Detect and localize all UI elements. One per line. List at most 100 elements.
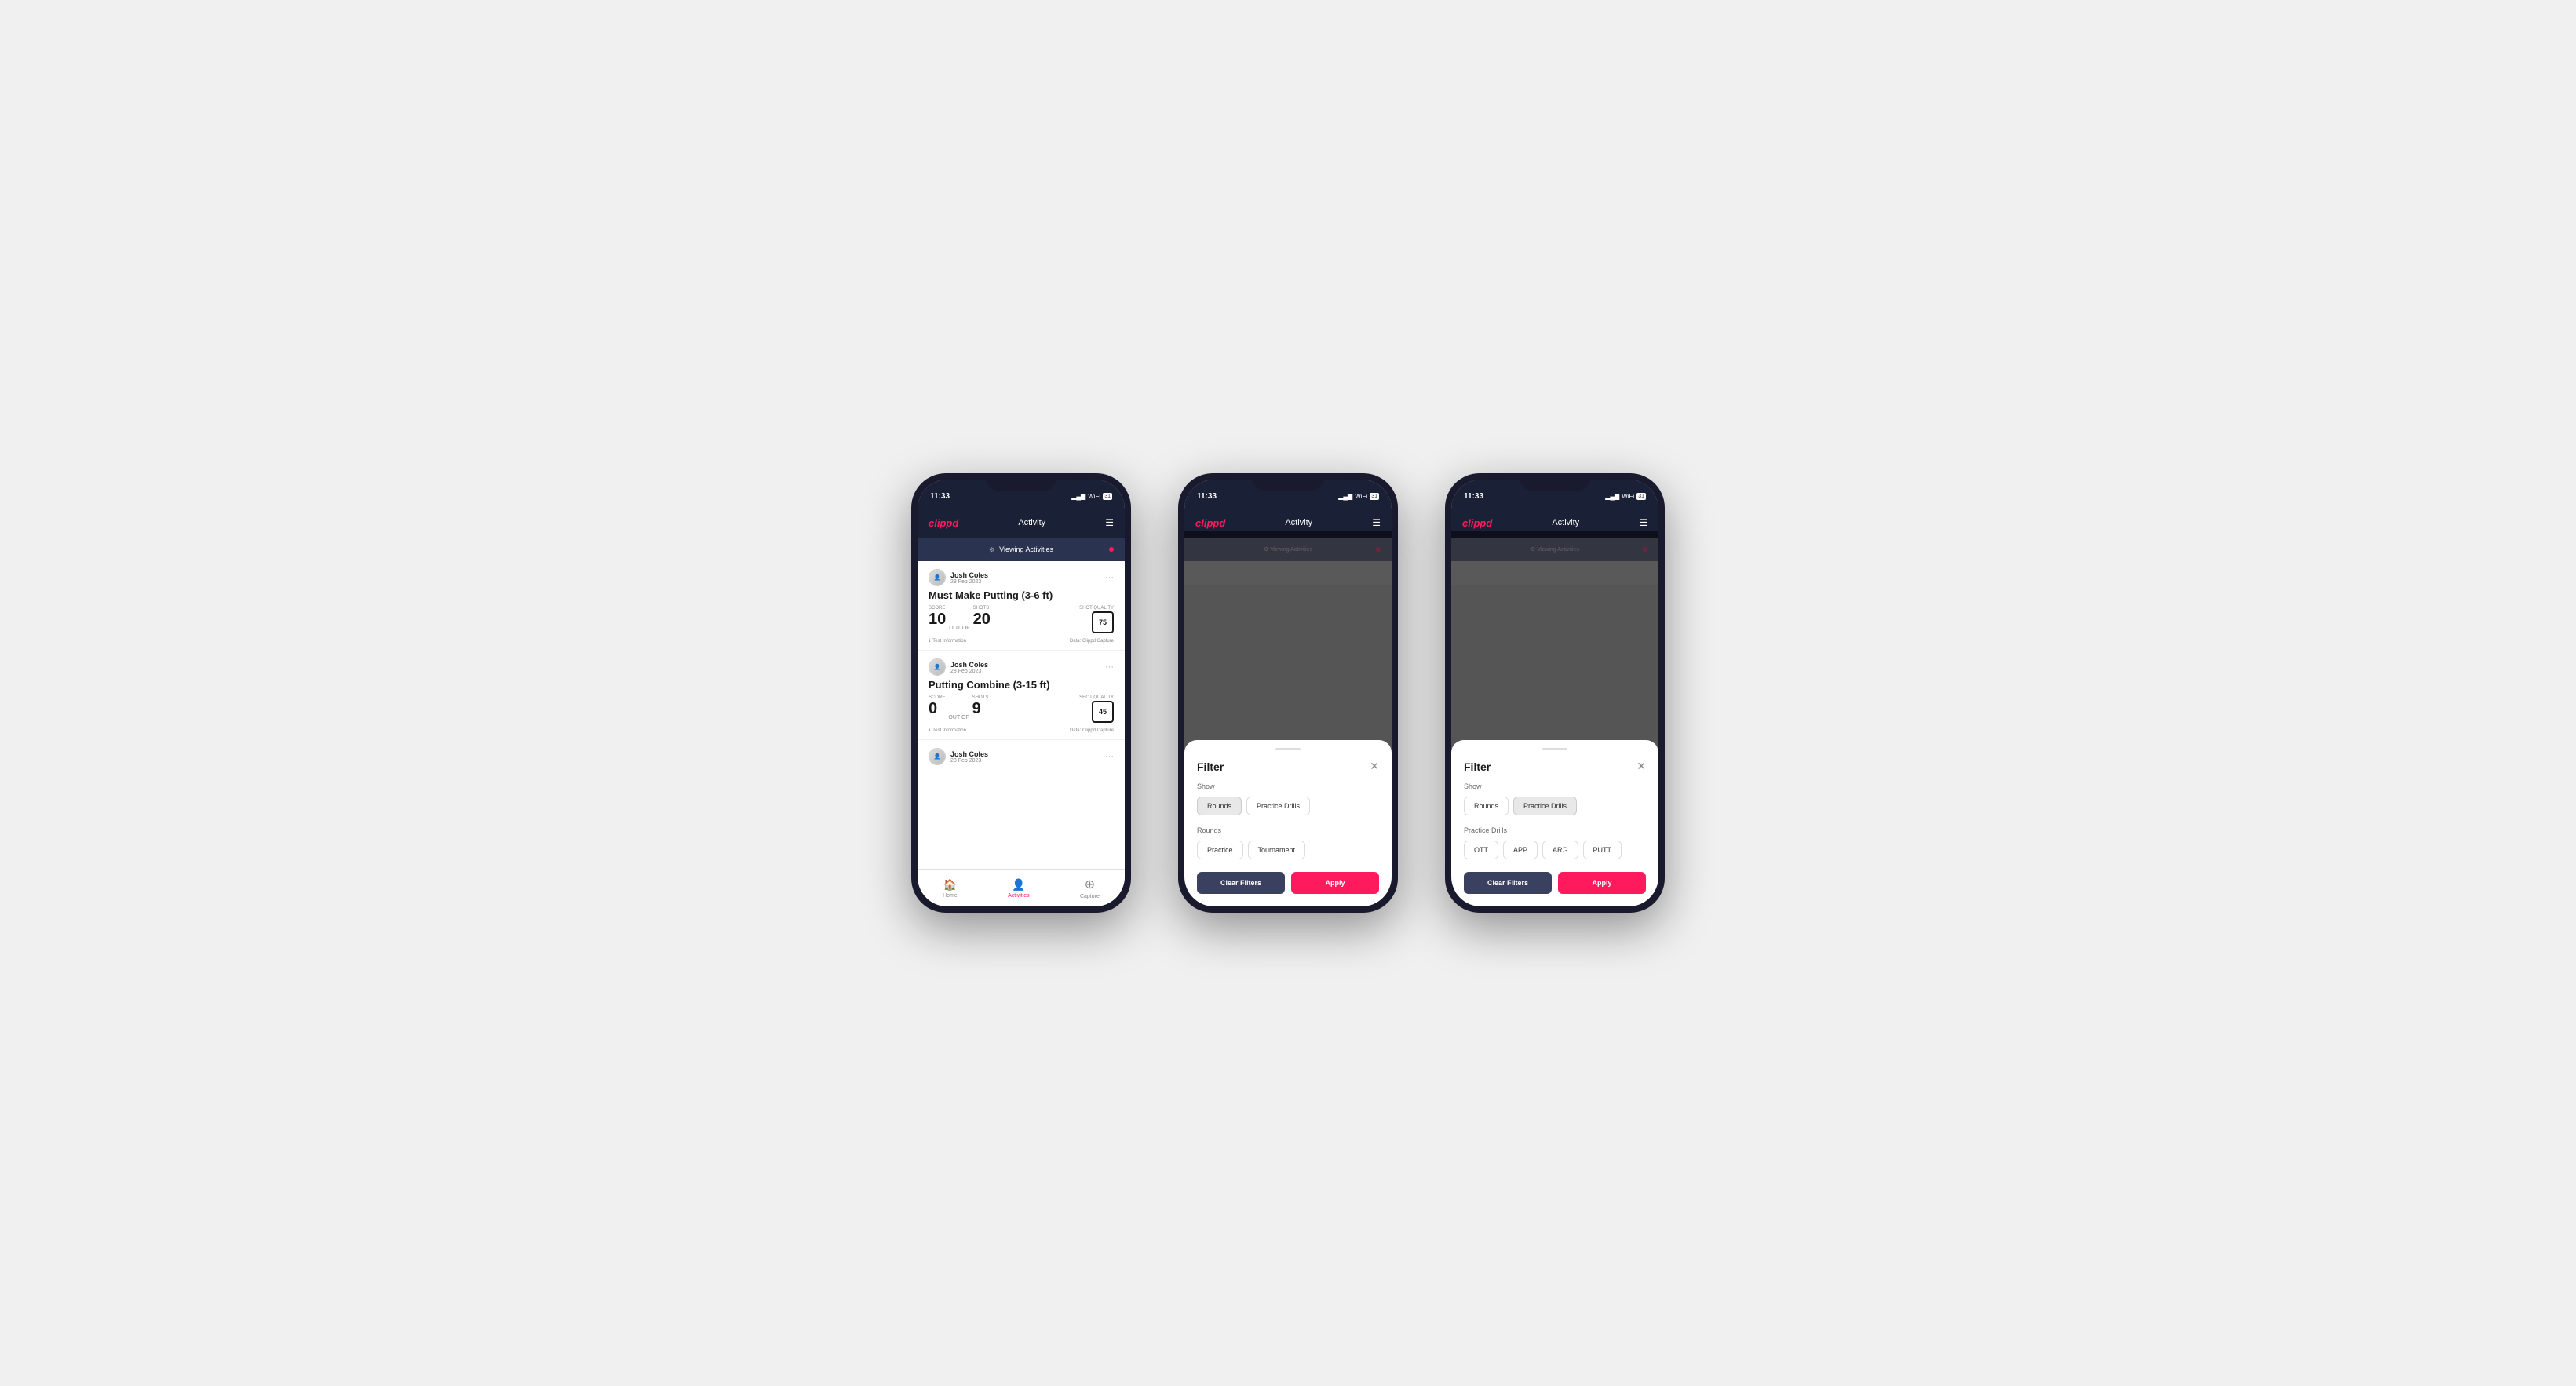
hamburger-menu-1[interactable]: ☰ bbox=[1105, 517, 1114, 528]
show-buttons-2: Rounds Practice Drills bbox=[1197, 797, 1379, 815]
filter-actions-3: Clear Filters Apply bbox=[1464, 872, 1646, 894]
dots-menu-3[interactable]: ··· bbox=[1105, 752, 1114, 761]
practice-btn-2[interactable]: Practice bbox=[1197, 841, 1243, 859]
viewing-bar-1[interactable]: ⚙ Viewing Activities bbox=[918, 538, 1125, 561]
home-icon: 🏠 bbox=[943, 878, 957, 892]
battery-text: 31 bbox=[1103, 493, 1112, 500]
phone-2: 11:33 ▂▄▆ WiFi 31 clippd Activity ☰ ⚙ Vi… bbox=[1178, 473, 1398, 913]
phone-3: 11:33 ▂▄▆ WiFi 31 clippd Activity ☰ ⚙ Vi… bbox=[1445, 473, 1665, 913]
show-label-3: Show bbox=[1464, 782, 1646, 790]
battery-text-2: 31 bbox=[1370, 493, 1379, 500]
apply-btn-3[interactable]: Apply bbox=[1558, 872, 1646, 894]
user-date-2: 28 Feb 2023 bbox=[950, 669, 988, 674]
hamburger-menu-2[interactable]: ☰ bbox=[1372, 517, 1381, 528]
tournament-btn-2[interactable]: Tournament bbox=[1248, 841, 1306, 859]
card-footer-2: ℹ Test Information Data: Clippd Capture bbox=[929, 728, 1114, 733]
app-btn-3[interactable]: APP bbox=[1503, 841, 1538, 859]
phone-2-inner: 11:33 ▂▄▆ WiFi 31 clippd Activity ☰ ⚙ Vi… bbox=[1184, 480, 1392, 906]
filter-sheet-3: Filter ✕ Show Rounds Practice Drills Pra… bbox=[1451, 740, 1658, 906]
app-header-1: clippd Activity ☰ bbox=[918, 508, 1125, 538]
header-title-1: Activity bbox=[1018, 518, 1045, 527]
filter-actions-2: Clear Filters Apply bbox=[1197, 872, 1379, 894]
test-info-1: ℹ Test Information bbox=[929, 638, 966, 644]
viewing-bar-text-1: Viewing Activities bbox=[999, 545, 1053, 553]
status-time-1: 11:33 bbox=[930, 492, 950, 501]
practice-drills-tab-3[interactable]: Practice Drills bbox=[1513, 797, 1577, 815]
phone-1: 11:33 ▂▄▆ WiFi 31 clippd Activity ☰ ⚙ Vi… bbox=[911, 473, 1131, 913]
filter-title-2: Filter bbox=[1197, 760, 1224, 773]
user-date-3: 28 Feb 2023 bbox=[950, 758, 988, 764]
card-title-1: Must Make Putting (3-6 ft) bbox=[929, 589, 1114, 601]
practice-drills-tab-2[interactable]: Practice Drills bbox=[1246, 797, 1310, 815]
close-btn-3[interactable]: ✕ bbox=[1636, 760, 1646, 773]
clear-filters-btn-3[interactable]: Clear Filters bbox=[1464, 872, 1552, 894]
status-time-2: 11:33 bbox=[1197, 492, 1217, 501]
wifi-icon-3: WiFi bbox=[1622, 493, 1634, 500]
avatar-1: 👤 bbox=[929, 569, 946, 586]
shots-value-1: 20 bbox=[973, 611, 991, 627]
activity-card-1: 👤 Josh Coles 28 Feb 2023 ··· Must Make P… bbox=[918, 561, 1125, 651]
card-header-2: 👤 Josh Coles 28 Feb 2023 ··· bbox=[929, 658, 1114, 676]
dots-menu-2[interactable]: ··· bbox=[1105, 662, 1114, 672]
rounds-buttons-2: Practice Tournament bbox=[1197, 841, 1379, 859]
out-of-1: OUT OF bbox=[949, 626, 969, 631]
activity-card-2: 👤 Josh Coles 28 Feb 2023 ··· Putting Com… bbox=[918, 651, 1125, 740]
close-btn-2[interactable]: ✕ bbox=[1370, 760, 1379, 773]
sq-label-1: Shot Quality bbox=[1079, 606, 1114, 611]
battery-text-3: 31 bbox=[1636, 493, 1646, 500]
wifi-icon-2: WiFi bbox=[1355, 493, 1367, 500]
user-name-1: Josh Coles bbox=[950, 571, 988, 579]
logo-1: clippd bbox=[929, 517, 958, 529]
practice-drills-section-label-3: Practice Drills bbox=[1464, 826, 1646, 834]
activity-card-3: 👤 Josh Coles 28 Feb 2023 ··· bbox=[918, 740, 1125, 775]
rounds-section-label-2: Rounds bbox=[1197, 826, 1379, 834]
nav-capture-label: Capture bbox=[1080, 894, 1100, 899]
stats-row-2: Score 0 OUT OF Shots 9 Shot Quality 45 bbox=[929, 695, 1114, 723]
signal-icon: ▂▄▆ bbox=[1071, 493, 1085, 500]
filter-header-2: Filter ✕ bbox=[1197, 760, 1379, 773]
card-header-3: 👤 Josh Coles 28 Feb 2023 ··· bbox=[929, 748, 1114, 765]
header-title-3: Activity bbox=[1552, 518, 1579, 527]
status-icons-3: ▂▄▆ WiFi 31 bbox=[1605, 493, 1646, 500]
clear-filters-btn-2[interactable]: Clear Filters bbox=[1197, 872, 1285, 894]
out-of-2: OUT OF bbox=[948, 715, 969, 720]
show-buttons-3: Rounds Practice Drills bbox=[1464, 797, 1646, 815]
score-value-1: 10 bbox=[929, 611, 946, 627]
putt-btn-3[interactable]: PUTT bbox=[1583, 841, 1622, 859]
rounds-tab-2[interactable]: Rounds bbox=[1197, 797, 1242, 815]
show-label-2: Show bbox=[1197, 782, 1379, 790]
rounds-tab-3[interactable]: Rounds bbox=[1464, 797, 1509, 815]
nav-capture[interactable]: ⊕ Capture bbox=[1080, 877, 1100, 899]
data-source-2: Data: Clippd Capture bbox=[1070, 728, 1114, 733]
logo-2: clippd bbox=[1195, 517, 1225, 529]
filter-sheet-2: Filter ✕ Show Rounds Practice Drills Rou… bbox=[1184, 740, 1392, 906]
filter-title-3: Filter bbox=[1464, 760, 1491, 773]
capture-icon: ⊕ bbox=[1085, 877, 1095, 892]
nav-activities-label: Activities bbox=[1008, 893, 1030, 899]
logo-3: clippd bbox=[1462, 517, 1492, 529]
status-time-3: 11:33 bbox=[1464, 492, 1483, 501]
user-name-3: Josh Coles bbox=[950, 750, 988, 758]
user-info-2: 👤 Josh Coles 28 Feb 2023 bbox=[929, 658, 988, 676]
notch-1 bbox=[986, 473, 1056, 491]
scene: 11:33 ▂▄▆ WiFi 31 clippd Activity ☰ ⚙ Vi… bbox=[864, 426, 1712, 960]
nav-home[interactable]: 🏠 Home bbox=[943, 878, 958, 899]
ott-btn-3[interactable]: OTT bbox=[1464, 841, 1498, 859]
nav-activities[interactable]: 👤 Activities bbox=[1008, 878, 1030, 899]
sq-badge-2: 45 bbox=[1092, 701, 1114, 723]
user-date-1: 28 Feb 2023 bbox=[950, 579, 988, 585]
phone-1-inner: 11:33 ▂▄▆ WiFi 31 clippd Activity ☰ ⚙ Vi… bbox=[918, 480, 1125, 906]
nav-home-label: Home bbox=[943, 893, 958, 899]
arg-btn-3[interactable]: ARG bbox=[1542, 841, 1578, 859]
data-source-1: Data: Clippd Capture bbox=[1070, 639, 1114, 644]
stats-row-1: Score 10 OUT OF Shots 20 Shot Quality 75 bbox=[929, 606, 1114, 633]
dots-menu-1[interactable]: ··· bbox=[1105, 573, 1114, 582]
shots-value-2: 9 bbox=[972, 701, 989, 717]
wifi-icon: WiFi bbox=[1088, 493, 1100, 500]
user-info-1: 👤 Josh Coles 28 Feb 2023 bbox=[929, 569, 988, 586]
hamburger-menu-3[interactable]: ☰ bbox=[1639, 517, 1647, 528]
card-title-2: Putting Combine (3-15 ft) bbox=[929, 679, 1114, 691]
apply-btn-2[interactable]: Apply bbox=[1291, 872, 1379, 894]
notch-3 bbox=[1520, 473, 1590, 491]
drill-type-buttons-3: OTT APP ARG PUTT bbox=[1464, 841, 1646, 859]
